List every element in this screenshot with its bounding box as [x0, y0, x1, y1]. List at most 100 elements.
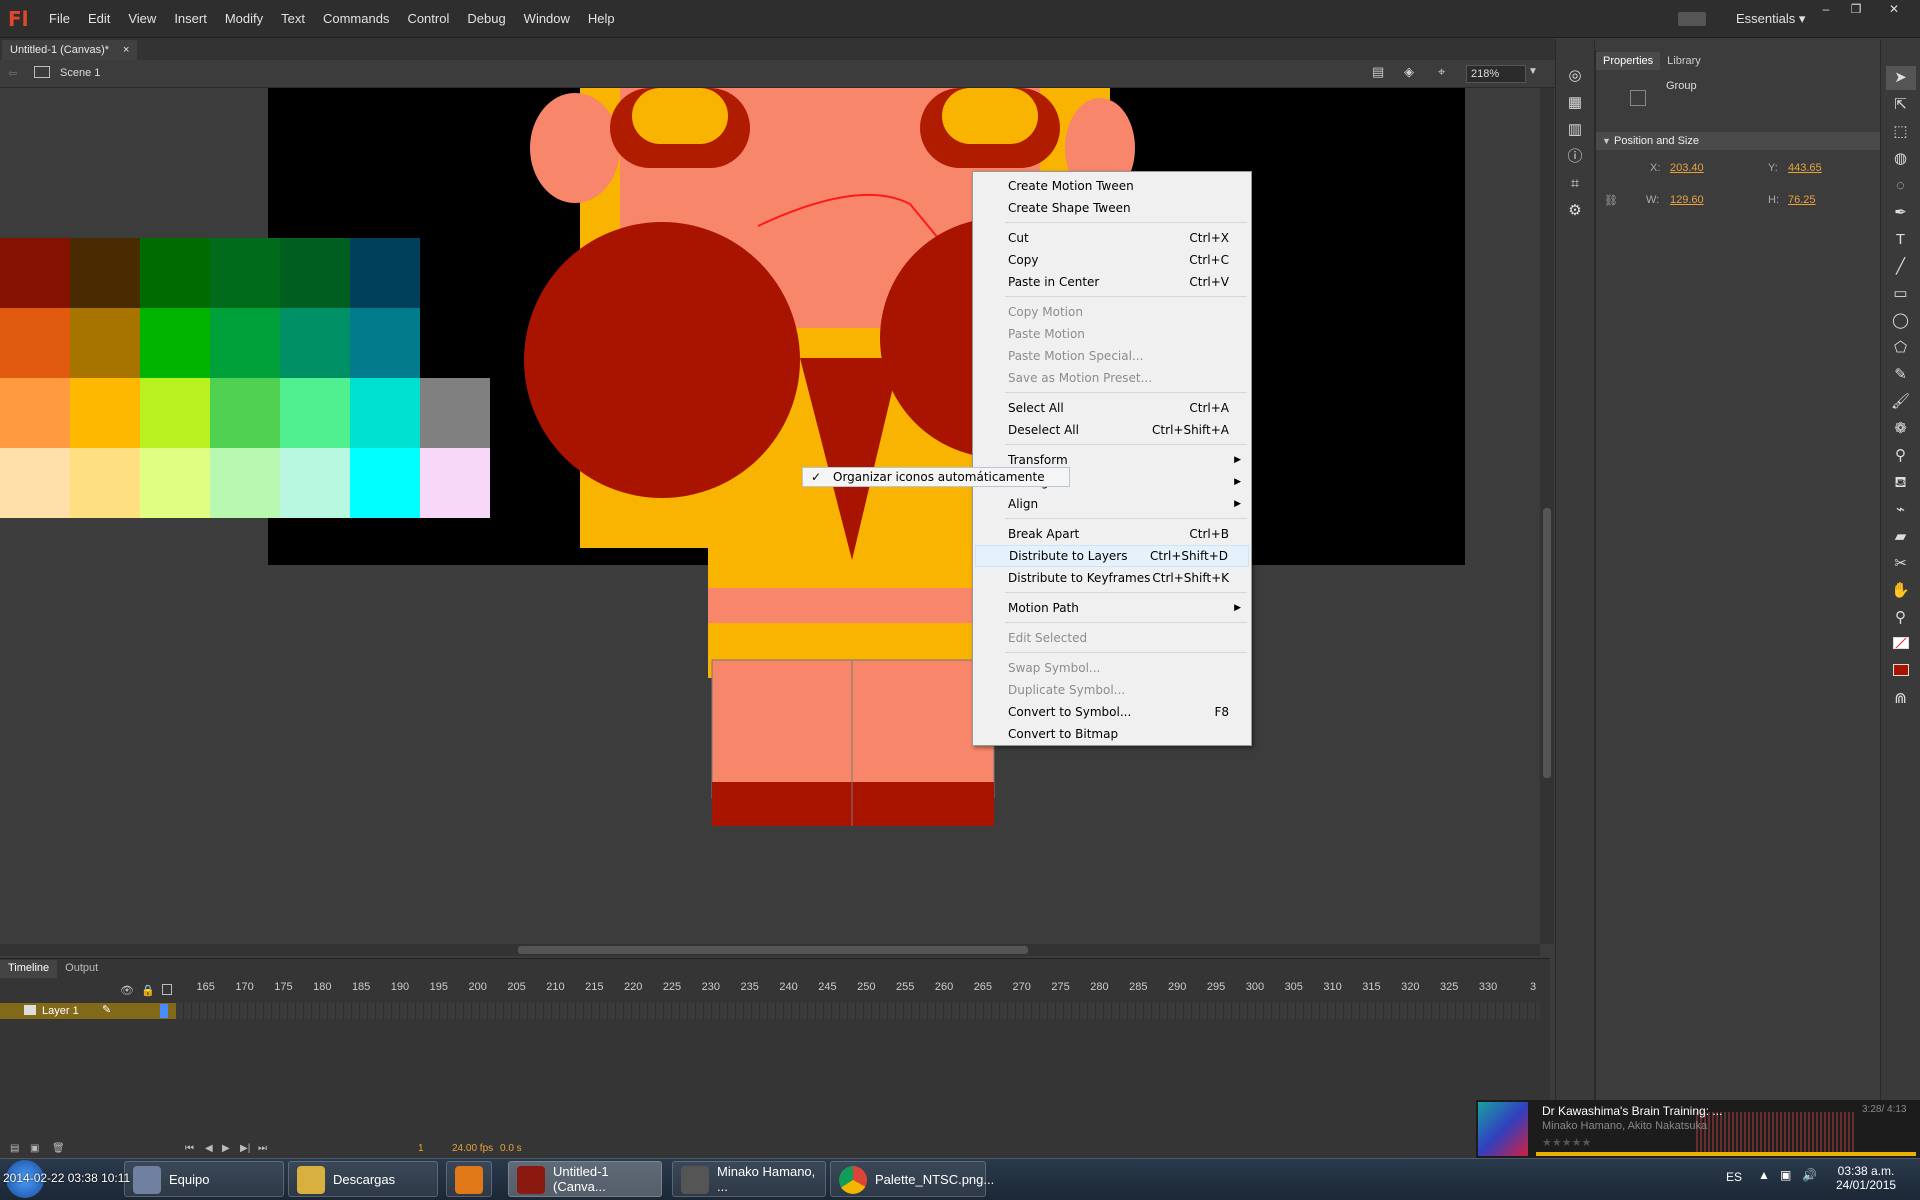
menu-item-copy[interactable]: Copy Ctrl+C: [975, 249, 1249, 271]
rating-stars[interactable]: ★★★★★: [1542, 1136, 1591, 1149]
fps-value[interactable]: 24.00 fps: [452, 1143, 493, 1154]
pen-tool-icon[interactable]: ✒: [1886, 201, 1916, 225]
character-shoulder-left[interactable]: [524, 222, 800, 498]
close-tab-icon[interactable]: ×: [123, 40, 129, 60]
taskbar-media-player[interactable]: [446, 1161, 492, 1197]
menu-item-paste-in-center[interactable]: Paste in Center Ctrl+V: [975, 271, 1249, 293]
tab-timeline[interactable]: Timeline: [0, 960, 58, 978]
menu-item-copy-motion[interactable]: Copy Motion: [975, 301, 1249, 323]
menu-item-motion-path[interactable]: Motion Path ▶: [975, 597, 1249, 619]
network-icon[interactable]: ▣: [1780, 1168, 1791, 1182]
oval-tool-icon[interactable]: ◯: [1886, 309, 1916, 333]
horizontal-scroll-thumb[interactable]: [518, 946, 1028, 954]
line-tool-icon[interactable]: ╱: [1886, 255, 1916, 279]
menu-item-convert-to-symbol[interactable]: Convert to Symbol... F8: [975, 701, 1249, 723]
menu-item-select-all[interactable]: Select All Ctrl+A: [975, 397, 1249, 419]
vertical-scrollbar[interactable]: [1540, 88, 1554, 944]
eyedropper-icon[interactable]: ⌁: [1886, 498, 1916, 522]
menu-item-align[interactable]: Align ▶: [975, 493, 1249, 515]
outline-icon[interactable]: [162, 984, 172, 995]
lock-ratio-icon[interactable]: ⛓: [1604, 194, 1618, 207]
language-indicator[interactable]: ES: [1726, 1170, 1742, 1184]
info-icon[interactable]: ⓘ: [1560, 145, 1590, 169]
edit-scene-icon[interactable]: ▤: [1372, 64, 1384, 80]
menu-item-distribute-to-keyframes[interactable]: Distribute to Keyframes Ctrl+Shift+K: [975, 567, 1249, 589]
fill-color-swatch[interactable]: [1886, 660, 1916, 684]
play-icon[interactable]: ▶: [222, 1143, 230, 1154]
menu-item-paste-motion-special[interactable]: Paste Motion Special...: [975, 345, 1249, 367]
taskbar-descargas[interactable]: Descargas: [288, 1161, 438, 1197]
taskbar-music[interactable]: Minako Hamano, ...: [672, 1161, 826, 1197]
zoom-field[interactable]: 218%: [1466, 65, 1526, 83]
tab-output[interactable]: Output: [57, 960, 106, 978]
menu-file[interactable]: File: [40, 0, 79, 38]
step-forward-icon[interactable]: ▶|: [240, 1143, 250, 1154]
menu-item-create-shape-tween[interactable]: Create Shape Tween: [975, 197, 1249, 219]
menu-view[interactable]: View: [119, 0, 165, 38]
3d-rotation-icon[interactable]: ◍: [1886, 147, 1916, 171]
menu-control[interactable]: Control: [398, 0, 458, 38]
text-tool-icon[interactable]: T: [1886, 228, 1916, 252]
first-frame-icon[interactable]: ⏮: [185, 1143, 194, 1154]
menu-item-paste-motion[interactable]: Paste Motion: [975, 323, 1249, 345]
brush-tool-icon[interactable]: 🖌: [1886, 390, 1916, 414]
sync-settings-icon[interactable]: [1678, 12, 1706, 26]
position-size-section[interactable]: Position and Size: [1596, 132, 1881, 150]
new-folder-icon[interactable]: ▣: [30, 1143, 39, 1154]
lock-icon[interactable]: 🔒: [141, 984, 155, 997]
menu-insert[interactable]: Insert: [165, 0, 216, 38]
zoom-dropdown-icon[interactable]: ▼: [1528, 66, 1538, 77]
menu-item-convert-to-bitmap[interactable]: Convert to Bitmap: [975, 723, 1249, 745]
character-legs[interactable]: [711, 659, 995, 799]
volume-icon[interactable]: 🔊: [1802, 1168, 1817, 1182]
horizontal-scrollbar[interactable]: [0, 944, 1540, 956]
menu-commands[interactable]: Commands: [314, 0, 398, 38]
bone-tool-icon[interactable]: ⚲: [1886, 444, 1916, 468]
components-icon[interactable]: ⚙: [1560, 199, 1590, 223]
last-frame-icon[interactable]: ⏭: [258, 1143, 267, 1154]
h-value[interactable]: 76.25: [1788, 194, 1816, 206]
delete-layer-icon[interactable]: 🗑: [52, 1143, 65, 1154]
back-arrow-icon[interactable]: ⇦: [8, 67, 17, 80]
step-back-icon[interactable]: ◀: [205, 1143, 213, 1154]
playback-progress[interactable]: [1536, 1152, 1916, 1156]
restore-button[interactable]: ❐: [1842, 0, 1870, 18]
polystar-icon[interactable]: ⬠: [1886, 336, 1916, 360]
lasso-icon[interactable]: ◌: [1886, 174, 1916, 198]
transform-icon[interactable]: ⌗: [1560, 172, 1590, 196]
menu-item-swap-symbol[interactable]: Swap Symbol...: [975, 657, 1249, 679]
center-stage-icon[interactable]: ⌖: [1438, 64, 1445, 80]
minimize-button[interactable]: –: [1812, 0, 1840, 18]
edit-symbols-icon[interactable]: ◈: [1404, 64, 1414, 80]
pencil-tool-icon[interactable]: ✎: [1886, 363, 1916, 387]
tray-expand-icon[interactable]: ▲: [1758, 1168, 1770, 1182]
close-window-button[interactable]: ✕: [1880, 0, 1908, 18]
menu-item-edit-selected[interactable]: Edit Selected: [975, 627, 1249, 649]
menu-edit[interactable]: Edit: [79, 0, 119, 38]
new-layer-icon[interactable]: ▤: [10, 1143, 19, 1154]
clock[interactable]: 03:38 a.m. 24/01/2015: [1836, 1164, 1896, 1192]
snap-to-objects-icon[interactable]: ⋒: [1886, 687, 1916, 711]
frame-cells[interactable]: [176, 1003, 1540, 1019]
menu-item-save-as-motion-preset[interactable]: Save as Motion Preset...: [975, 367, 1249, 389]
subselection-tool-icon[interactable]: ⇱: [1886, 93, 1916, 117]
vertical-scroll-thumb[interactable]: [1543, 508, 1551, 778]
collapse-arrow-icon[interactable]: ▼: [1602, 136, 1611, 146]
character-belt[interactable]: [708, 588, 990, 623]
hand-tool-icon[interactable]: ✋: [1886, 579, 1916, 603]
align-panel-icon[interactable]: ▦: [1560, 91, 1590, 115]
character-shoes[interactable]: [712, 782, 994, 826]
paint-bucket-icon[interactable]: ⛾: [1886, 471, 1916, 495]
menu-help[interactable]: Help: [579, 0, 624, 38]
stroke-color-swatch[interactable]: [1886, 633, 1916, 657]
taskbar-flash[interactable]: Untitled-1 (Canva...: [508, 1161, 662, 1197]
menu-item-cut[interactable]: Cut Ctrl+X: [975, 227, 1249, 249]
desktop-context-tooltip[interactable]: ✓ Organizar iconos automáticamente: [802, 467, 1070, 487]
character-hand-left[interactable]: [530, 93, 620, 203]
eye-icon[interactable]: 👁: [120, 984, 134, 997]
menu-debug[interactable]: Debug: [458, 0, 514, 38]
menu-text[interactable]: Text: [272, 0, 314, 38]
tab-properties[interactable]: Properties: [1596, 52, 1661, 70]
selection-tool-icon[interactable]: ➤: [1885, 66, 1916, 90]
deco-tool-icon[interactable]: ❁: [1886, 417, 1916, 441]
